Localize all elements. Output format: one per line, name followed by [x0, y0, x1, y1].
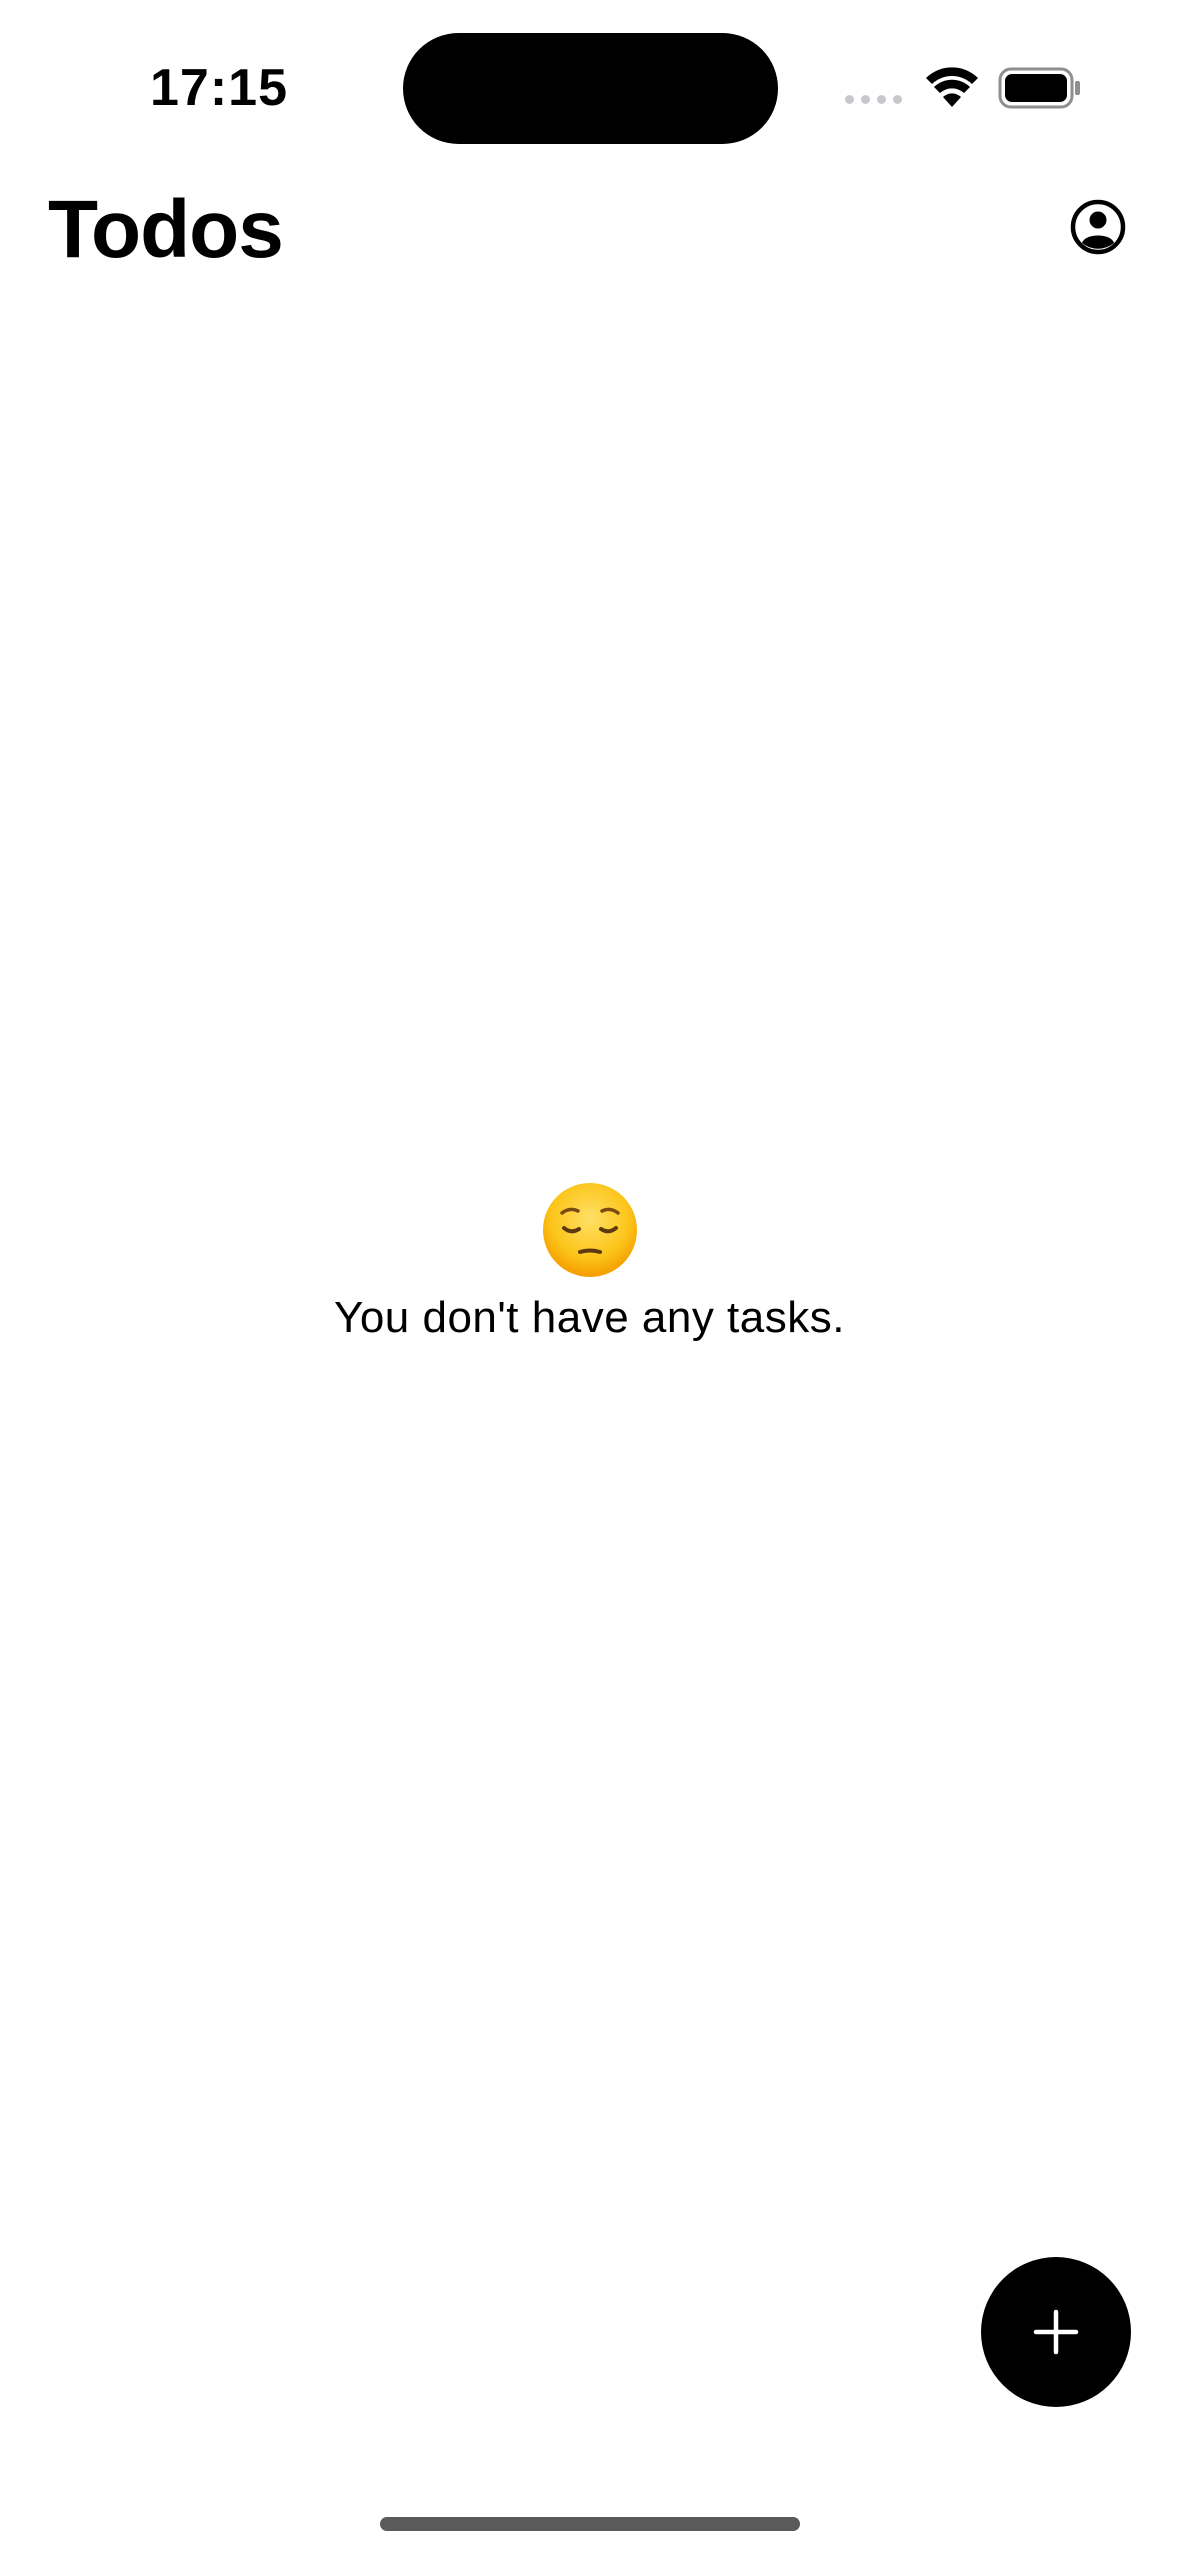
cellular-signal-icon	[845, 95, 902, 104]
person-circle-icon	[1070, 199, 1126, 255]
pensive-face-icon	[542, 1183, 637, 1277]
page-title: Todos	[48, 184, 284, 275]
add-task-button[interactable]	[981, 2257, 1131, 2407]
home-indicator[interactable]	[380, 2517, 800, 2531]
status-time: 17:15	[150, 59, 288, 117]
empty-state-message: You don't have any tasks.	[334, 1293, 845, 1342]
battery-icon	[998, 67, 1080, 109]
plus-icon	[1033, 2309, 1079, 2355]
todos-screen: 17:15 Todos You don't have any tasks.	[0, 0, 1179, 2556]
empty-state: You don't have any tasks.	[0, 1180, 1179, 1348]
profile-button[interactable]	[1068, 197, 1128, 257]
wifi-icon	[926, 67, 978, 107]
dynamic-island	[403, 33, 778, 144]
